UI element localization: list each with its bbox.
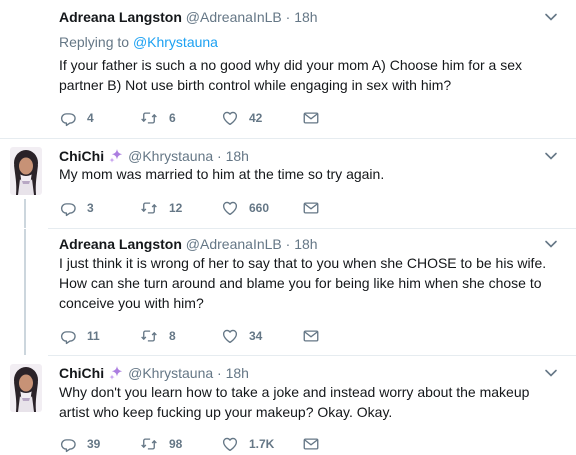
chevron-down-icon[interactable] (544, 237, 558, 251)
retweet-icon (139, 109, 159, 127)
like-button[interactable]: 1.7K (221, 434, 274, 454)
reply-count: 4 (87, 111, 94, 125)
sparkle-icon (108, 365, 124, 381)
sparkle-icon (108, 148, 124, 164)
like-button[interactable]: 42 (221, 108, 262, 128)
separator-dot: · (285, 236, 291, 252)
tweet-4[interactable]: ChiChi @Khrystauna · 18h Why don't you le… (0, 356, 576, 455)
author-handle[interactable]: @Khrystauna (128, 148, 213, 164)
author-handle[interactable]: @Khrystauna (128, 365, 213, 381)
tweet-1[interactable]: Adreana Langston @AdreanaInLB · 18h Repl… (0, 0, 576, 138)
like-count: 42 (249, 111, 263, 125)
tweet-header: Adreana Langston @AdreanaInLB · 18h (59, 235, 318, 253)
timestamp[interactable]: 18h (226, 148, 249, 164)
replying-to: Replying to @Khrystauna (59, 33, 218, 51)
timestamp[interactable]: 18h (226, 365, 249, 381)
author-handle[interactable]: @AdreanaInLB (186, 236, 282, 252)
author-name[interactable]: Adreana Langston (59, 236, 182, 252)
heart-icon (221, 435, 239, 453)
replying-prefix: Replying to (59, 34, 130, 50)
author-handle[interactable]: @AdreanaInLB (186, 9, 282, 25)
reply-count: 3 (87, 201, 94, 215)
envelope-icon (302, 109, 320, 127)
retweet-button[interactable]: 12 (139, 198, 182, 218)
like-count: 660 (249, 201, 270, 215)
direct-message-button[interactable] (302, 198, 320, 218)
retweet-button[interactable]: 6 (139, 108, 176, 128)
retweet-icon (139, 199, 159, 217)
tweet-text: My mom was married to him at the time so… (59, 166, 385, 182)
reply-count: 39 (87, 437, 101, 451)
thread-line (24, 229, 26, 355)
like-count: 34 (249, 329, 263, 343)
envelope-icon (302, 435, 320, 453)
retweet-count: 12 (169, 201, 183, 215)
reply-button[interactable]: 11 (59, 326, 100, 346)
retweet-icon (139, 327, 159, 345)
reply-icon (59, 327, 77, 345)
retweet-count: 98 (169, 437, 183, 451)
tweet-3[interactable]: Adreana Langston @AdreanaInLB · 18h I ju… (0, 229, 576, 355)
retweet-button[interactable]: 8 (139, 326, 176, 346)
direct-message-button[interactable] (302, 108, 320, 128)
timestamp[interactable]: 18h (294, 236, 317, 252)
retweet-count: 8 (169, 329, 176, 343)
reply-button[interactable]: 39 (59, 434, 100, 454)
direct-message-button[interactable] (302, 326, 320, 346)
thread-line (24, 199, 26, 228)
retweet-icon (139, 435, 159, 453)
reply-button[interactable]: 4 (59, 108, 94, 128)
tweet-actions: 39 98 1.7K (59, 434, 479, 454)
like-button[interactable]: 660 (221, 198, 269, 218)
direct-message-button[interactable] (302, 434, 320, 454)
avatar[interactable] (10, 364, 42, 412)
retweet-button[interactable]: 98 (139, 434, 182, 454)
envelope-icon (302, 199, 320, 217)
reply-icon (59, 109, 77, 127)
tweet-header: Adreana Langston @AdreanaInLB · 18h (59, 8, 318, 26)
tweet-actions: 3 12 660 (59, 198, 479, 218)
reply-button[interactable]: 3 (59, 198, 94, 218)
chevron-down-icon[interactable] (544, 10, 558, 24)
reply-icon (59, 199, 77, 217)
retweet-count: 6 (169, 111, 176, 125)
timestamp[interactable]: 18h (294, 9, 317, 25)
author-name[interactable]: ChiChi (59, 365, 104, 381)
like-count: 1.7K (249, 437, 275, 451)
heart-icon (221, 109, 239, 127)
envelope-icon (302, 327, 320, 345)
separator-dot: · (217, 365, 222, 381)
heart-icon (221, 327, 239, 345)
tweet-2[interactable]: ChiChi @Khrystauna · 18h My mom was marri… (0, 139, 576, 228)
chevron-down-icon[interactable] (544, 149, 558, 163)
avatar[interactable] (10, 147, 42, 195)
author-name[interactable]: ChiChi (59, 148, 104, 164)
reply-icon (59, 435, 77, 453)
mention-link[interactable]: @Khrystauna (133, 34, 218, 50)
reply-count: 11 (87, 329, 100, 343)
tweet-text: If your father is such a no good why did… (59, 57, 522, 93)
like-button[interactable]: 34 (221, 326, 262, 346)
tweet-header: ChiChi @Khrystauna · 18h (59, 364, 249, 382)
tweet-text: Why don't you learn how to take a joke a… (59, 384, 530, 420)
chevron-down-icon[interactable] (544, 366, 558, 380)
tweet-actions: 11 8 34 (59, 326, 479, 346)
tweet-actions: 4 6 42 (59, 108, 479, 128)
author-name[interactable]: Adreana Langston (59, 9, 182, 25)
separator-dot: · (285, 9, 291, 25)
tweet-text: I just think it is wrong of her to say t… (59, 255, 547, 311)
tweet-header: ChiChi @Khrystauna · 18h (59, 147, 249, 165)
separator-dot: · (217, 148, 222, 164)
heart-icon (221, 199, 239, 217)
